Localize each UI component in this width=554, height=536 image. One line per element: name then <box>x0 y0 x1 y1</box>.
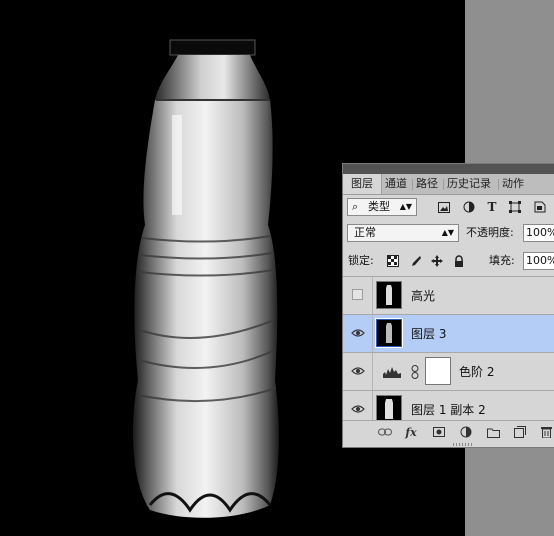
tab-divider <box>412 179 413 190</box>
fill-label: 填充: <box>489 254 515 267</box>
tab-channels[interactable]: 通道 <box>385 174 407 194</box>
fill-input[interactable]: 100% <box>523 252 554 270</box>
layer-name: 图层 3 <box>411 327 447 341</box>
lock-image-pixels-icon[interactable] <box>408 254 422 268</box>
column-divider <box>372 277 373 314</box>
tab-divider <box>443 179 444 190</box>
column-divider <box>372 315 373 352</box>
updown-arrows-icon: ▲▼ <box>399 202 412 211</box>
layer-name: 高光 <box>411 289 436 303</box>
visibility-toggle-off[interactable] <box>352 289 363 300</box>
eye-icon[interactable] <box>351 327 365 339</box>
chain-link-icon[interactable] <box>411 365 419 379</box>
search-icon: ⌕ <box>352 200 359 213</box>
levels-adjustment-icon <box>383 367 401 378</box>
layer-name: 色阶 2 <box>459 365 495 379</box>
layer-row-layer3[interactable]: 图层 3 <box>343 314 554 352</box>
filter-kind-label: 类型 <box>368 200 390 213</box>
new-group-folder-icon[interactable] <box>486 425 500 439</box>
eye-icon[interactable] <box>351 403 365 415</box>
panel-header-bar[interactable] <box>343 164 554 174</box>
new-layer-icon[interactable] <box>513 425 527 439</box>
eye-icon[interactable] <box>351 365 365 377</box>
layers-panel: 图层 通道 路径 历史记录 动作 ⌕ 类型 ▲▼ T 正常 ▲▼ 不透明度: 1… <box>342 163 554 448</box>
layer-thumbnail <box>375 318 403 348</box>
add-mask-icon[interactable] <box>432 425 446 439</box>
layer-mask-thumbnail[interactable] <box>425 357 451 385</box>
delete-layer-icon[interactable] <box>539 425 553 439</box>
column-divider <box>372 353 373 390</box>
lock-transparent-pixels-icon[interactable] <box>386 254 400 268</box>
resize-grip[interactable] <box>453 443 473 446</box>
image-filter-icon[interactable] <box>437 200 451 214</box>
blend-mode-value: 正常 <box>354 226 376 239</box>
layer-row-highlight[interactable]: 高光 <box>343 276 554 314</box>
type-filter-icon[interactable]: T <box>485 200 499 214</box>
shape-filter-icon[interactable] <box>508 200 522 214</box>
tab-divider <box>498 179 499 190</box>
fx-icon[interactable]: fx <box>404 425 418 439</box>
tab-layers[interactable]: 图层 <box>343 174 382 194</box>
layer-thumbnail <box>376 281 402 309</box>
lock-label: 锁定: <box>348 254 374 267</box>
new-adjustment-layer-icon[interactable] <box>459 425 473 439</box>
lock-row: 锁定: 填充: 100% <box>343 252 554 274</box>
tab-paths[interactable]: 路径 <box>416 174 438 194</box>
opacity-label: 不透明度: <box>466 226 514 239</box>
lock-position-icon[interactable] <box>430 254 444 268</box>
blend-row: 正常 ▲▼ 不透明度: 100% <box>343 224 554 246</box>
tab-actions[interactable]: 动作 <box>502 174 524 194</box>
layer-thumbnail <box>376 395 402 423</box>
layers-bottom-toolbar: fx <box>343 420 554 443</box>
smart-object-filter-icon[interactable] <box>533 200 547 214</box>
tab-history[interactable]: 历史记录 <box>447 174 491 194</box>
filter-kind-dropdown[interactable]: ⌕ 类型 ▲▼ <box>347 198 417 216</box>
filter-row: ⌕ 类型 ▲▼ T <box>343 198 554 220</box>
lock-all-icon[interactable] <box>452 254 466 268</box>
updown-arrows-icon: ▲▼ <box>441 228 454 237</box>
panel-tab-bar: 图层 通道 路径 历史记录 动作 <box>343 174 554 195</box>
adjustment-filter-icon[interactable] <box>462 200 476 214</box>
opacity-input[interactable]: 100% <box>523 224 554 242</box>
layer-row-levels[interactable]: 色阶 2 <box>343 352 554 390</box>
blend-mode-dropdown[interactable]: 正常 ▲▼ <box>347 224 459 242</box>
link-layers-icon[interactable] <box>378 425 392 439</box>
